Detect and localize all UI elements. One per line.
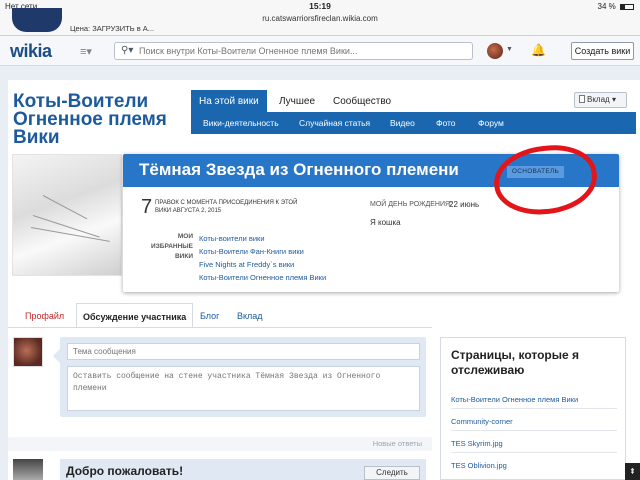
- tab-community[interactable]: Сообщество: [325, 90, 400, 114]
- favorite-wiki-link[interactable]: Коты-Воители Фан-Книги вики: [199, 247, 304, 256]
- about-text: Я кошка: [370, 218, 401, 227]
- tabs-divider: [8, 327, 432, 328]
- page-icon: [579, 95, 585, 103]
- tab-blog[interactable]: Блог: [200, 303, 219, 327]
- contribute-button[interactable]: Вклад ▾: [574, 92, 627, 108]
- birthday-label: МОЙ ДЕНЬ РОЖДЕНИЯ:: [370, 201, 453, 208]
- newer-replies-link[interactable]: Новые ответы: [373, 439, 422, 448]
- favorite-wiki-link[interactable]: Коты-Воители Огненное племя Вики: [199, 273, 326, 282]
- divider: [451, 430, 617, 431]
- favorite-wiki-link[interactable]: Коты-воители вики: [199, 234, 265, 243]
- birthday-value: 22 июнь: [449, 200, 480, 209]
- search-box[interactable]: ⚲▾: [114, 42, 473, 60]
- subnav-photo[interactable]: Фото: [436, 118, 456, 128]
- edit-count: 7: [141, 196, 153, 218]
- follow-button[interactable]: Следить: [364, 466, 420, 480]
- favorite-wiki-link[interactable]: Five Nights at Freddy`s вики: [199, 260, 294, 269]
- tab-talk[interactable]: Обсуждение участника: [76, 303, 194, 327]
- wikia-logo[interactable]: wikia: [10, 41, 52, 62]
- battery-icon: [620, 3, 634, 10]
- contribute-label: Вклад: [587, 95, 610, 104]
- global-nav: wikia ≡▾ ⚲▾ ▼ 🔔 Создать вики: [0, 36, 640, 66]
- clock: 15:19: [309, 1, 331, 11]
- followed-pages-module: Страницы, которые я отслеживаю Коты-Воит…: [440, 337, 626, 480]
- wall-thread: Добро пожаловать! Следить: [60, 459, 426, 480]
- followed-page-link[interactable]: Коты-Воители Огненное племя Вики: [451, 395, 578, 404]
- tab-contributions[interactable]: Вклад: [237, 303, 263, 327]
- thread-title[interactable]: Добро пожаловать!: [66, 464, 183, 478]
- avatar[interactable]: [13, 337, 43, 367]
- url-text[interactable]: ru.catswarriorsfireclan.wikia.com: [0, 14, 640, 23]
- search-input[interactable]: [139, 44, 459, 58]
- hamburger-icon[interactable]: ≡▾: [80, 45, 92, 58]
- avatar[interactable]: [13, 459, 43, 480]
- tab-top[interactable]: Лучшее: [271, 90, 324, 114]
- followed-page-link[interactable]: TES Skyrim.jpg: [451, 439, 503, 448]
- subnav-forum[interactable]: Форум: [478, 118, 504, 128]
- message-subject-input[interactable]: [67, 343, 420, 360]
- rail-title: Страницы, которые я отслеживаю: [451, 348, 579, 377]
- user-profile-photo: [12, 154, 122, 276]
- profile-tabs: Профайл Обсуждение участника Блог Вклад: [8, 303, 640, 327]
- tab-on-this-wiki[interactable]: На этой вики: [191, 90, 267, 114]
- chevron-up-icon[interactable]: ⇞: [625, 463, 640, 480]
- subnav-random-page[interactable]: Случайная статья: [299, 118, 370, 128]
- divider: [451, 452, 617, 453]
- status-bar: Нет сети 15:19 34 %: [0, 0, 640, 14]
- user-name: Тёмная Звезда из Огненного племени: [139, 160, 459, 179]
- user-avatar[interactable]: [487, 43, 503, 59]
- search-icon[interactable]: ⚲▾: [121, 45, 133, 56]
- followed-page-link[interactable]: Community-corner: [451, 417, 513, 426]
- bell-icon[interactable]: 🔔: [531, 43, 546, 57]
- battery-indicator: 34 %: [598, 2, 634, 11]
- favorite-wikis-label: МОИ ИЗБРАННЫЕ ВИКИ: [151, 233, 193, 260]
- create-wiki-button[interactable]: Создать вики: [571, 42, 634, 60]
- edit-count-label: ПРАВОК С МОМЕНТА ПРИСОЕДИНЕНИЯ К ЭТОЙ ВИ…: [155, 200, 298, 214]
- sort-bar: Новые ответы: [8, 437, 432, 451]
- chevron-down-icon[interactable]: ▼: [506, 46, 513, 53]
- message-wall-form: [53, 337, 426, 417]
- tab-profile[interactable]: Профайл: [25, 303, 64, 327]
- followed-page-link[interactable]: TES Oblivion.jpg: [451, 461, 507, 470]
- wiki-subnav: Вики-деятельность Случайная статья Видео…: [191, 112, 636, 134]
- battery-label: 34 %: [597, 2, 616, 11]
- message-body-input[interactable]: [67, 366, 420, 411]
- divider: [451, 408, 617, 409]
- subnav-wiki-activity[interactable]: Вики-деятельность: [203, 118, 279, 128]
- browser-url-bar: ru.catswarriorsfireclan.wikia.com Цена: …: [0, 8, 640, 36]
- wiki-title[interactable]: Коты-Воители Огненное племя Вики: [13, 92, 193, 147]
- ad-text[interactable]: Цена: ЗАГРУЗИТЬ в А...: [70, 24, 154, 33]
- subnav-video[interactable]: Видео: [390, 118, 415, 128]
